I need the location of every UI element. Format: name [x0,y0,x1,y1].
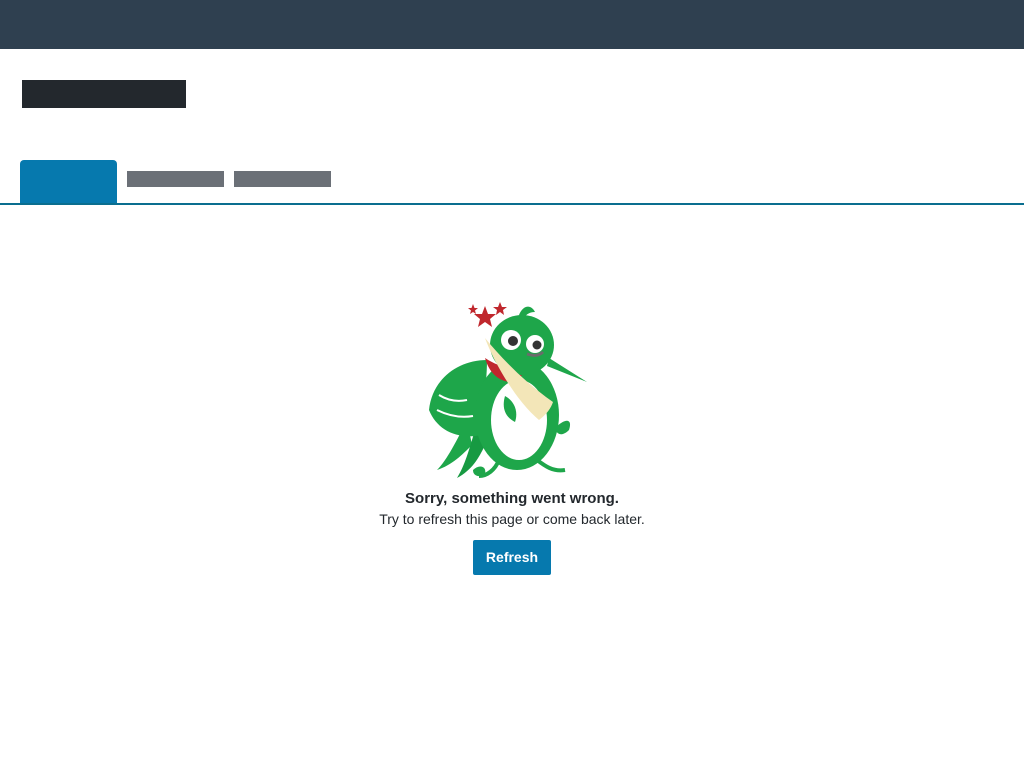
page-title-placeholder [22,80,186,108]
error-title: Sorry, something went wrong. [405,490,619,507]
top-header-bar [0,0,1024,49]
dizzy-hummingbird-icon [429,302,587,478]
tab-3[interactable] [234,171,331,187]
error-panel: Sorry, something went wrong. Try to refr… [0,300,1024,575]
tab-2[interactable] [127,171,224,187]
tab-bar-divider [0,203,1024,205]
refresh-button[interactable]: Refresh [473,540,551,575]
tab-1-active[interactable] [20,160,117,204]
error-message: Try to refresh this page or come back la… [379,511,645,527]
